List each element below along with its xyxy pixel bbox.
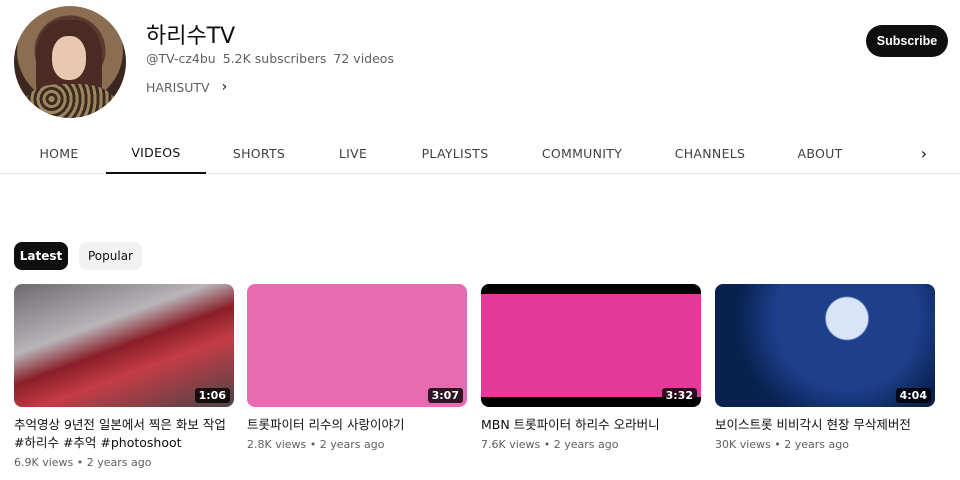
tab-shorts[interactable]: SHORTS	[214, 132, 304, 174]
channel-link[interactable]: HARISUTV	[146, 80, 210, 95]
chip-popular[interactable]: Popular	[79, 242, 142, 270]
video-stats: 7.6K views • 2 years ago	[481, 438, 619, 451]
channel-avatar[interactable]	[14, 6, 126, 118]
video-thumbnail[interactable]: 3:07	[247, 284, 467, 407]
video-views: 6.9K views	[14, 456, 74, 469]
avatar-face	[52, 36, 86, 80]
video-duration: 3:32	[661, 388, 697, 403]
subscriber-count: 5.2K subscribers	[222, 51, 327, 66]
video-views: 7.6K views	[481, 438, 541, 451]
tab-videos[interactable]: VIDEOS	[106, 132, 206, 174]
chevron-right-icon[interactable]: ›	[222, 79, 228, 95]
video-stats: 2.8K views • 2 years ago	[247, 438, 385, 451]
video-title[interactable]: 추억영상 9년전 일본에서 찍은 화보 작업 #하리수 #추억 #photosh…	[14, 416, 234, 452]
video-duration: 4:04	[895, 388, 931, 403]
video-thumbnail[interactable]: 1:06	[14, 284, 234, 407]
video-views: 2.8K views	[247, 438, 307, 451]
channel-name: 하리수TV	[146, 24, 236, 49]
channel-handle: @TV-cz4bu	[146, 51, 216, 66]
video-thumbnail[interactable]: 3:32	[481, 284, 701, 407]
video-age: 2 years ago	[553, 438, 619, 451]
video-card[interactable]: 3:32 MBN 트롯파이터 하리수 오라버니 7.6K views • 2 y…	[481, 284, 701, 451]
video-title[interactable]: 보이스트롯 비비각시 현장 무삭제버전	[715, 416, 935, 434]
video-title[interactable]: 트롯파이터 리수의 사랑이야기	[247, 416, 467, 434]
chip-latest[interactable]: Latest	[14, 242, 68, 270]
video-views: 30K views	[715, 438, 771, 451]
video-stats: 30K views • 2 years ago	[715, 438, 849, 451]
video-card[interactable]: 4:04 보이스트롯 비비각시 현장 무삭제버전 30K views • 2 y…	[715, 284, 935, 451]
tab-community[interactable]: COMMUNITY	[532, 132, 632, 174]
tab-playlists[interactable]: PLAYLISTS	[410, 132, 500, 174]
channel-tabs: HOME VIDEOS SHORTS LIVE PLAYLISTS COMMUN…	[0, 132, 960, 174]
video-stats: 6.9K views • 2 years ago	[14, 456, 152, 469]
video-card[interactable]: 3:07 트롯파이터 리수의 사랑이야기 2.8K views • 2 year…	[247, 284, 467, 451]
video-age: 2 years ago	[784, 438, 849, 451]
channel-meta: @TV-cz4bu 5.2K subscribers 72 videos	[146, 51, 394, 66]
video-title[interactable]: MBN 트롯파이터 하리수 오라버니	[481, 416, 701, 434]
subscribe-button[interactable]: Subscribe	[866, 25, 948, 57]
chevron-right-icon[interactable]: ›	[912, 132, 936, 174]
video-count: 72 videos	[333, 51, 394, 66]
tab-channels[interactable]: CHANNELS	[664, 132, 756, 174]
tab-home[interactable]: HOME	[14, 132, 104, 174]
tab-live[interactable]: LIVE	[318, 132, 388, 174]
video-card[interactable]: 1:06 추억영상 9년전 일본에서 찍은 화보 작업 #하리수 #추억 #ph…	[14, 284, 234, 469]
tab-about[interactable]: ABOUT	[786, 132, 854, 174]
video-thumbnail[interactable]: 4:04	[715, 284, 935, 407]
avatar-coat	[24, 84, 116, 118]
video-duration: 1:06	[194, 388, 230, 403]
video-age: 2 years ago	[319, 438, 385, 451]
video-duration: 3:07	[427, 388, 463, 403]
video-age: 2 years ago	[86, 456, 152, 469]
channel-links[interactable]: HARISUTV ›	[146, 79, 227, 95]
